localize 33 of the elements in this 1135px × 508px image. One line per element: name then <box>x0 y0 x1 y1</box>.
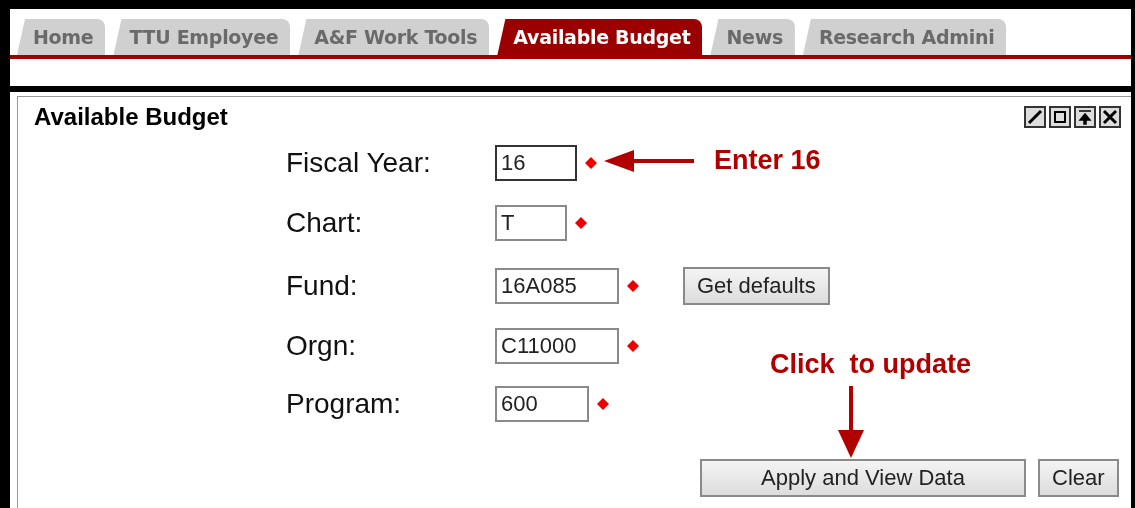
field-label: Fiscal Year: <box>286 147 432 179</box>
annotation-text: Click to update <box>770 349 972 380</box>
maximize-icon[interactable] <box>1049 106 1071 128</box>
input-field[interactable]: 16A085 <box>495 268 619 304</box>
input-field[interactable]: C11000 <box>495 328 619 364</box>
required-icon <box>575 217 587 229</box>
input-field[interactable]: 600 <box>495 386 589 422</box>
portlet-title: Available Budget <box>34 103 228 131</box>
nav-tab[interactable]: TTU Employee <box>113 19 291 55</box>
field-label: Fund: <box>286 270 359 302</box>
get-defaults-button[interactable]: Get defaults <box>683 267 830 305</box>
field-label: Chart: <box>286 207 364 239</box>
input-field[interactable]: 16 <box>495 145 577 181</box>
nav-tab[interactable]: Available Budget <box>497 19 703 55</box>
arrow-icon <box>604 147 694 174</box>
field-label: Orgn: <box>286 330 358 362</box>
required-icon <box>597 398 609 410</box>
move-to-top-icon[interactable] <box>1074 106 1096 128</box>
field-label: Program: <box>286 388 403 420</box>
nav-tab[interactable]: News <box>710 19 795 55</box>
annotation-text: Enter 16 <box>714 145 821 176</box>
required-icon <box>585 157 597 169</box>
nav-tab[interactable]: Research Admini <box>802 19 1007 55</box>
arrow-icon <box>836 386 865 458</box>
nav-tab[interactable]: Home <box>17 19 106 55</box>
required-icon <box>627 340 639 352</box>
nav-tab[interactable]: A&F Work Tools <box>298 19 490 55</box>
required-icon <box>627 280 639 292</box>
edit-icon[interactable] <box>1024 106 1046 128</box>
clear-button[interactable]: Clear <box>1038 459 1119 497</box>
input-field[interactable]: T <box>495 205 567 241</box>
close-icon[interactable] <box>1099 106 1121 128</box>
apply-button[interactable]: Apply and View Data <box>700 459 1026 497</box>
